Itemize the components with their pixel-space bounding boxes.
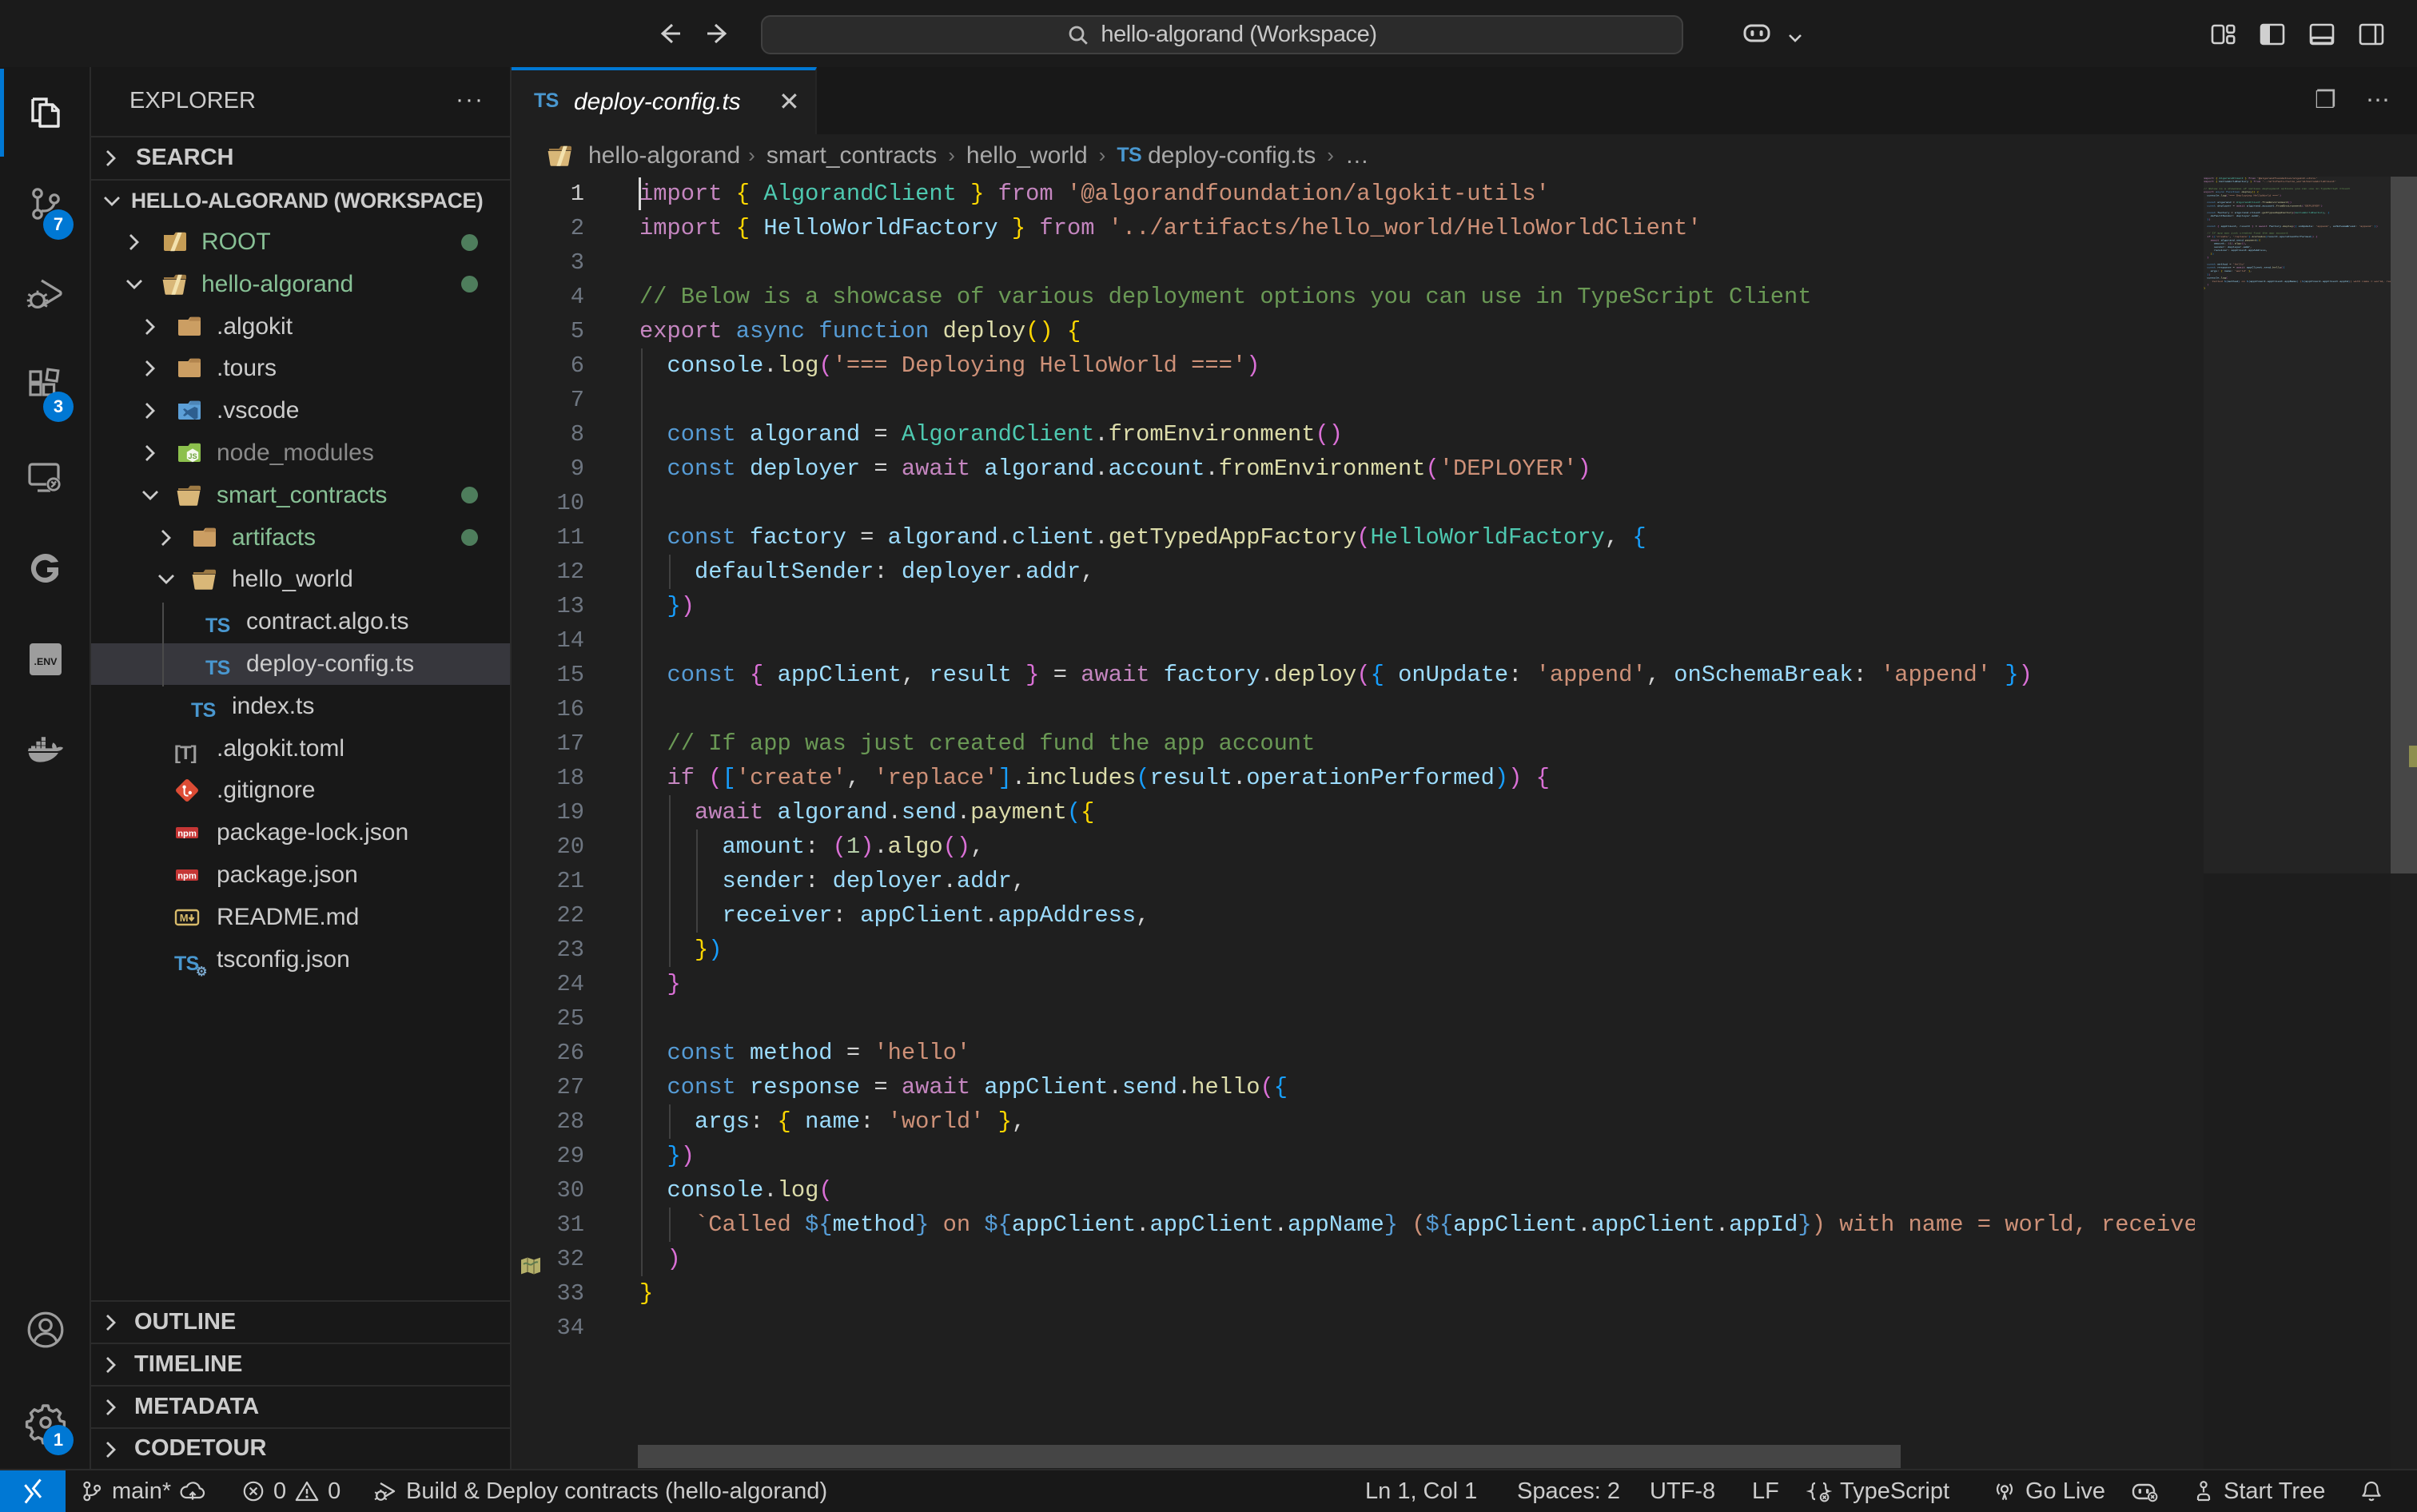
svg-text:npm: npm [177, 830, 197, 839]
svg-text:JS: JS [188, 452, 197, 460]
svg-text:M: M [180, 912, 189, 924]
svg-text:.ENV: .ENV [34, 656, 58, 667]
svg-text:npm: npm [177, 872, 197, 881]
